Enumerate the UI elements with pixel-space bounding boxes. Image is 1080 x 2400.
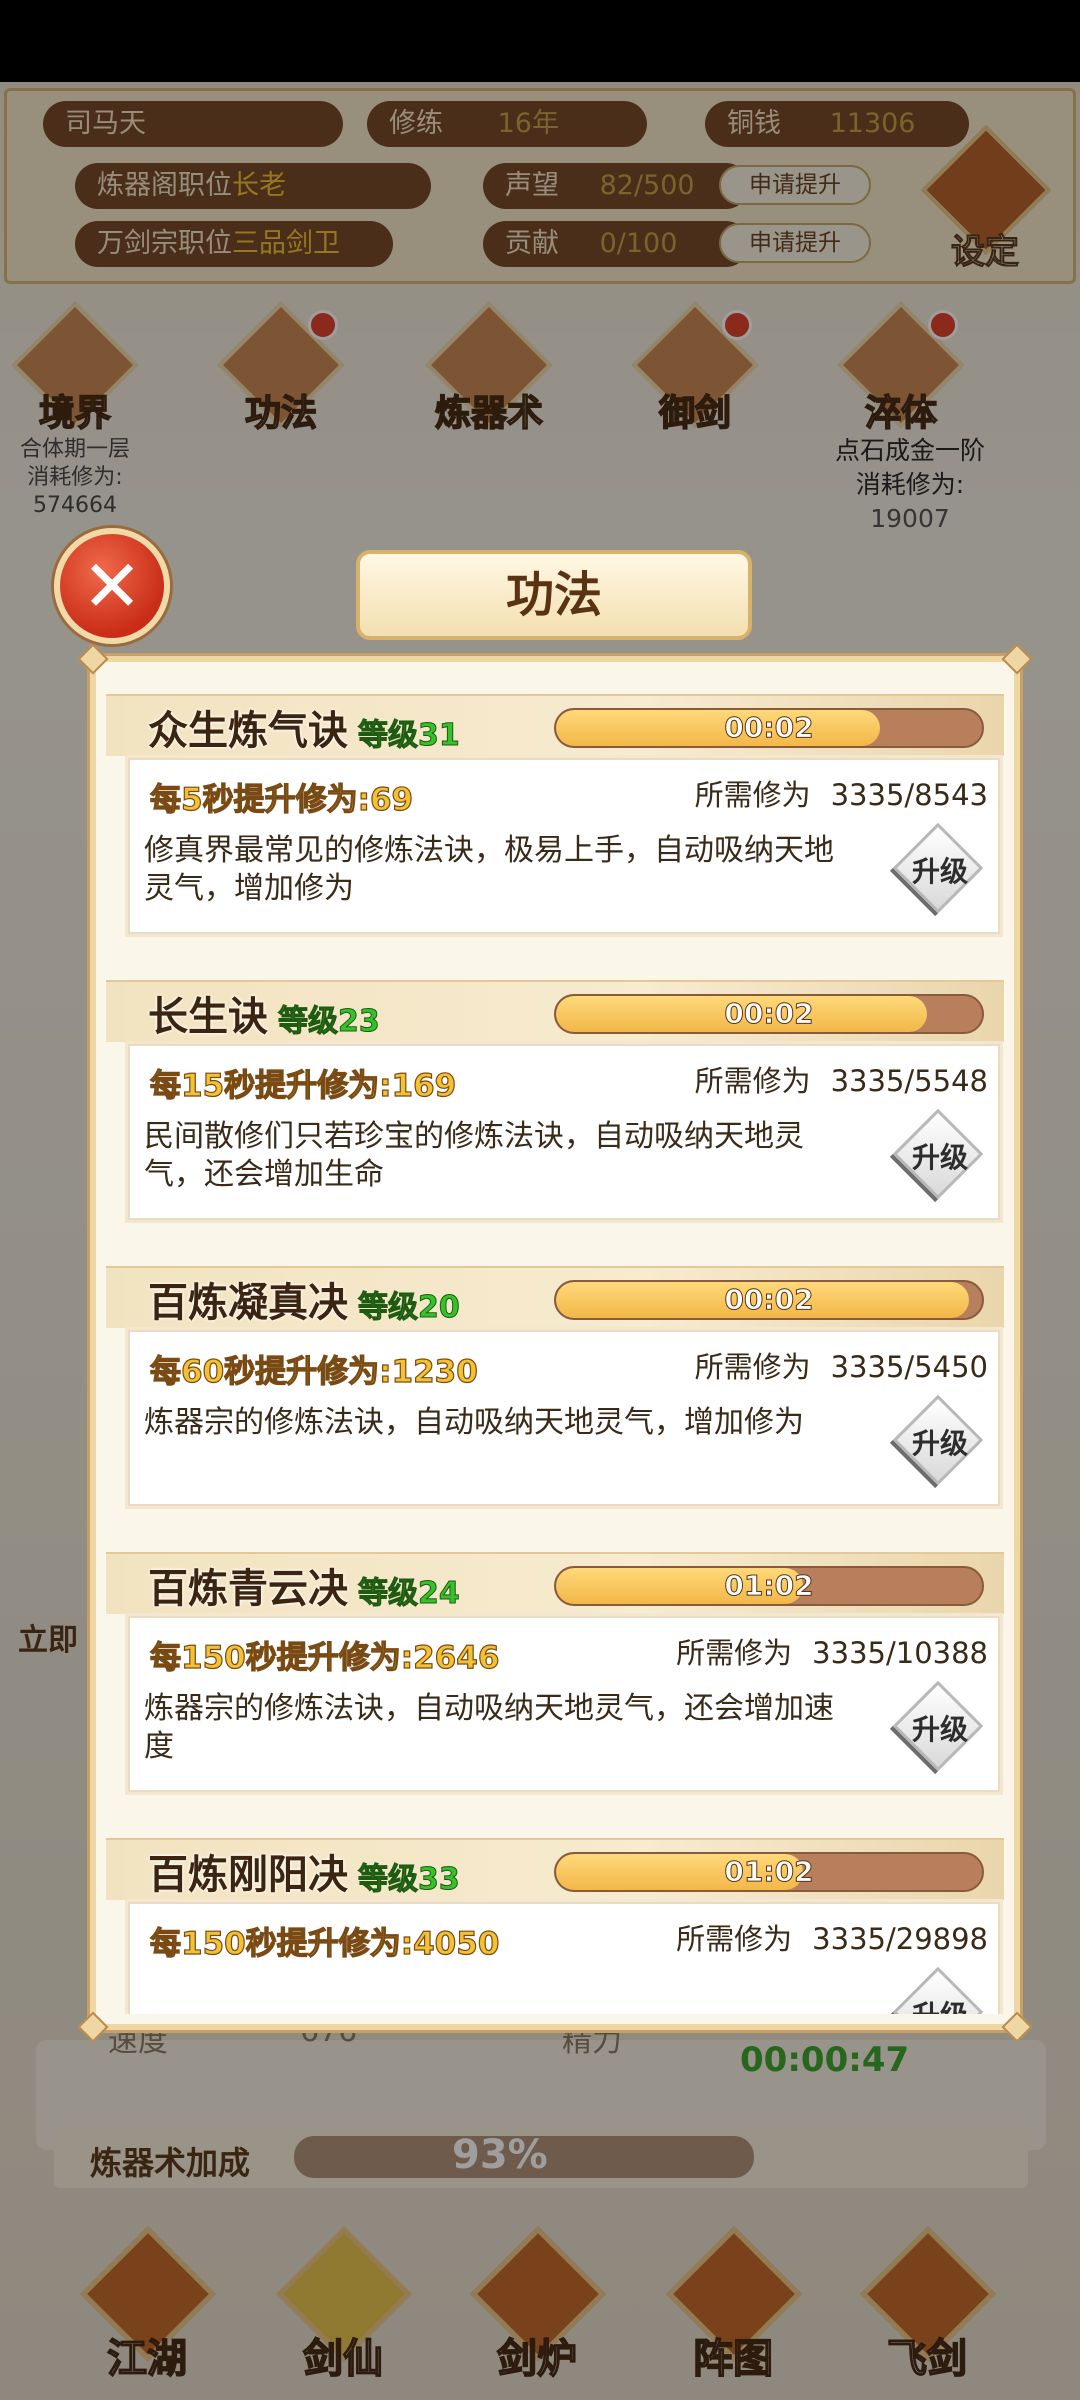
required-label: 所需修为 [694, 778, 811, 812]
required-value: 3335/8543 [830, 778, 988, 812]
technique-level: 等级33 [358, 1862, 461, 1898]
technique-name: 众生炼气诀 [148, 708, 348, 754]
progress-timer: 01:02 [724, 1855, 814, 1889]
technique-progress-bar: 00:02 [554, 994, 984, 1034]
technique-name: 百炼刚阳决 [148, 1852, 348, 1898]
status-bar [0, 0, 1080, 82]
required-value: 3335/10388 [812, 1636, 988, 1670]
modal-title: 功法 [505, 567, 602, 623]
progress-timer: 01:02 [724, 1569, 814, 1603]
upgrade-button[interactable]: 升级 [892, 1680, 984, 1772]
technique-rate: 每150秒提升修为:4050 [149, 1925, 500, 1962]
upgrade-label: 升级 [911, 1141, 968, 1174]
technique-item: 百炼青云决 等级24 01:02 每150秒提升修为:2646 所需修为 3335… [106, 1552, 1004, 1802]
required-value: 3335/5548 [830, 1064, 988, 1098]
technique-list[interactable]: 众生炼气诀 等级31 00:02 每5秒提升修为:69 所需修为 3335/854… [106, 694, 1004, 2014]
gongfa-modal: 众生炼气诀 等级31 00:02 每5秒提升修为:69 所需修为 3335/854… [77, 643, 1033, 2043]
technique-header: 众生炼气诀 等级31 00:02 [106, 694, 1004, 756]
technique-description: 炼器宗的修炼法诀，自动吸纳天地灵气，还会增加速度 [144, 1691, 834, 1764]
technique-card: 每15秒提升修为:169 所需修为 3335/5548 民间散修们只若珍宝的修炼法… [128, 1044, 1000, 1220]
technique-item: 长生诀 等级23 00:02 每15秒提升修为:169 所需修为 3335/554… [106, 980, 1004, 1230]
technique-description: 修真界最常见的修炼法诀，极易上手，自动吸纳天地灵气，增加修为 [144, 833, 834, 906]
progress-timer: 00:02 [724, 1283, 814, 1317]
progress-timer: 00:02 [724, 711, 814, 745]
technique-rate: 每60秒提升修为:1230 [149, 1353, 478, 1390]
technique-item: 百炼刚阳决 等级33 01:02 每150秒提升修为:4050 所需修为 3335… [106, 1838, 1004, 2014]
technique-card: 每150秒提升修为:2646 所需修为 3335/10388 炼器宗的修炼法诀，自… [128, 1616, 1000, 1792]
technique-level: 等级31 [358, 718, 461, 754]
technique-rate: 每15秒提升修为:169 [149, 1067, 457, 1104]
technique-header: 百炼凝真决 等级20 00:02 [106, 1266, 1004, 1328]
technique-level: 等级23 [278, 1004, 381, 1040]
upgrade-button[interactable]: 升级 [892, 1108, 984, 1200]
technique-card: 每5秒提升修为:69 所需修为 3335/8543 修真界最常见的修炼法诀，极易上… [128, 758, 1000, 934]
required-label: 所需修为 [694, 1350, 811, 1384]
required-label: 所需修为 [676, 1636, 793, 1670]
close-button[interactable]: ✕ [54, 528, 170, 644]
technique-level: 等级20 [358, 1290, 461, 1326]
technique-rate: 每150秒提升修为:2646 [149, 1639, 500, 1676]
technique-level: 等级24 [358, 1576, 461, 1612]
modal-title-banner: 功法 [356, 550, 752, 640]
upgrade-label: 升级 [911, 855, 968, 888]
technique-description: 炼器宗的修炼法诀，自动吸纳天地灵气，增加修为 [144, 1405, 804, 1440]
technique-header: 百炼青云决 等级24 01:02 [106, 1552, 1004, 1614]
technique-name: 长生诀 [148, 994, 268, 1040]
upgrade-button[interactable]: 升级 [892, 1966, 984, 2014]
close-icon: ✕ [81, 544, 143, 628]
technique-description: 民间散修们只若珍宝的修炼法诀，自动吸纳天地灵气，还会增加生命 [144, 1119, 804, 1192]
technique-progress-bar: 01:02 [554, 1566, 984, 1606]
upgrade-label: 升级 [898, 1994, 982, 2014]
technique-required: 所需修为 3335/8543 [675, 772, 988, 814]
upgrade-button[interactable]: 升级 [892, 822, 984, 914]
technique-name: 百炼凝真决 [148, 1280, 348, 1326]
technique-progress-bar: 01:02 [554, 1852, 984, 1892]
technique-header: 百炼刚阳决 等级33 01:02 [106, 1838, 1004, 1900]
required-label: 所需修为 [676, 1922, 793, 1956]
required-label: 所需修为 [694, 1064, 811, 1098]
required-value: 3335/5450 [830, 1350, 988, 1384]
upgrade-label: 升级 [911, 1713, 968, 1746]
technique-required: 所需修为 3335/10388 [656, 1630, 988, 1672]
technique-required: 所需修为 3335/5450 [675, 1344, 988, 1386]
technique-header: 长生诀 等级23 00:02 [106, 980, 1004, 1042]
progress-timer: 00:02 [724, 997, 814, 1031]
technique-card: 每60秒提升修为:1230 所需修为 3335/5450 炼器宗的修炼法诀，自动吸… [128, 1330, 1000, 1506]
technique-rate: 每5秒提升修为:69 [149, 781, 414, 818]
technique-item: 众生炼气诀 等级31 00:02 每5秒提升修为:69 所需修为 3335/854… [106, 694, 1004, 944]
technique-item: 百炼凝真决 等级20 00:02 每60秒提升修为:1230 所需修为 3335/… [106, 1266, 1004, 1516]
upgrade-button[interactable]: 升级 [892, 1394, 984, 1486]
technique-progress-bar: 00:02 [554, 1280, 984, 1320]
upgrade-label: 升级 [911, 1427, 968, 1460]
technique-name: 百炼青云决 [148, 1566, 348, 1612]
technique-progress-bar: 00:02 [554, 708, 984, 748]
technique-card: 每150秒提升修为:4050 所需修为 3335/29898 升级 [128, 1902, 1000, 2014]
required-value: 3335/29898 [812, 1922, 988, 1956]
technique-required: 所需修为 3335/29898 [656, 1916, 988, 1958]
technique-required: 所需修为 3335/5548 [675, 1058, 988, 1100]
